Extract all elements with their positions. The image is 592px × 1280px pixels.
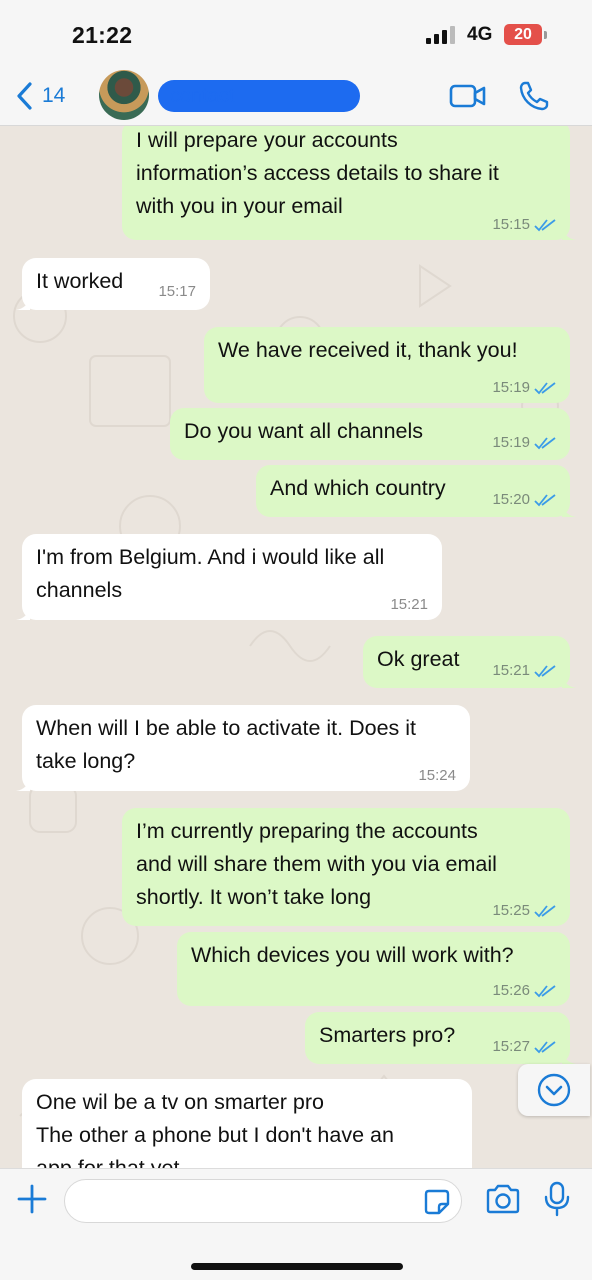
message-time: 15:21 — [390, 596, 428, 613]
message-time: 15:17 — [158, 283, 196, 300]
message-bubble-outgoing[interactable]: And which country 15:20 — [256, 465, 576, 517]
status-bar: 21:22 4G 20 — [0, 0, 592, 66]
chat-header: 14 contact — [0, 66, 592, 126]
message-meta: 15:26 — [492, 982, 556, 1000]
message-text: We have received it, thank you! — [218, 338, 518, 362]
message-text: One wil be a tv on smarter pro The other… — [36, 1090, 394, 1168]
video-call-icon[interactable] — [449, 80, 487, 112]
plus-icon[interactable] — [16, 1183, 48, 1215]
sticker-icon[interactable] — [424, 1189, 450, 1215]
message-time: 15:20 — [492, 491, 530, 508]
read-receipt-icon — [534, 437, 556, 450]
microphone-icon[interactable] — [544, 1181, 570, 1217]
message-input-bar — [0, 1168, 592, 1280]
contact-name[interactable]: contact — [158, 80, 360, 112]
message-time: 15:27 — [492, 1038, 530, 1055]
message-bubble-outgoing[interactable]: Which devices you will work with? 15:26 — [177, 932, 570, 1006]
message-text: Which devices you will work with? — [191, 943, 514, 967]
message-meta: 15:19 — [492, 434, 556, 452]
bubble-tail — [562, 1050, 576, 1064]
home-indicator[interactable] — [191, 1263, 403, 1270]
message-time: 15:26 — [492, 982, 530, 999]
message-bubble-outgoing[interactable]: Do you want all channels 15:19 — [170, 408, 570, 460]
bubble-tail — [562, 226, 576, 240]
bubble-tail — [562, 674, 576, 688]
message-time: 15:21 — [492, 662, 530, 679]
message-bubble-outgoing[interactable]: Ok great 15:21 — [363, 636, 576, 688]
unread-count: 14 — [42, 84, 66, 107]
message-bubble-incoming[interactable]: I'm from Belgium. And i would like all c… — [16, 534, 442, 620]
message-bubble-outgoing[interactable]: We have received it, thank you! 15:19 — [204, 327, 570, 403]
message-bubble-outgoing[interactable]: Smarters pro? 15:27 — [305, 1012, 576, 1064]
bubble-tail — [562, 503, 576, 517]
camera-icon[interactable] — [485, 1183, 521, 1215]
read-receipt-icon — [534, 494, 556, 507]
message-time: 15:15 — [492, 216, 530, 233]
avatar[interactable] — [99, 70, 149, 120]
message-text: When will I be able to activate it. Does… — [36, 716, 417, 773]
read-receipt-icon — [534, 1041, 556, 1054]
battery-indicator: 20 — [504, 24, 542, 45]
message-bubble-outgoing[interactable]: I will prepare your accounts information… — [122, 126, 576, 240]
scroll-to-bottom-button[interactable] — [518, 1064, 590, 1116]
signal-strength-icon — [426, 26, 458, 44]
message-bubble-incoming[interactable]: When will I be able to activate it. Does… — [16, 705, 470, 791]
message-meta: 15:21 — [390, 596, 428, 614]
chevron-down-icon — [537, 1073, 571, 1107]
message-meta: 15:27 — [492, 1038, 556, 1056]
message-bubble-incoming[interactable]: One wil be a tv on smarter pro The other… — [22, 1079, 472, 1168]
bubble-tail — [16, 777, 30, 791]
message-meta: 15:24 — [418, 767, 456, 785]
message-time: 15:25 — [492, 902, 530, 919]
message-meta: 15:17 — [158, 283, 196, 301]
read-receipt-icon — [534, 382, 556, 395]
back-button[interactable]: 14 — [14, 78, 65, 114]
phone-icon[interactable] — [518, 80, 550, 112]
battery-tip — [544, 31, 547, 39]
read-receipt-icon — [534, 219, 556, 232]
bubble-tail — [16, 606, 30, 620]
read-receipt-icon — [534, 665, 556, 678]
message-meta: 15:21 — [492, 662, 556, 680]
message-text: I will prepare your accounts information… — [136, 128, 499, 218]
message-bubble-incoming[interactable]: It worked 15:17 — [16, 258, 210, 310]
message-time: 15:19 — [492, 379, 530, 396]
read-receipt-icon — [534, 985, 556, 998]
message-text: I'm from Belgium. And i would like all c… — [36, 545, 385, 602]
message-meta: 15:15 — [492, 216, 556, 234]
chat-area[interactable]: I will prepare your accounts information… — [0, 126, 592, 1168]
message-time: 15:24 — [418, 767, 456, 784]
bubble-tail — [16, 296, 30, 310]
status-time: 21:22 — [72, 22, 133, 48]
message-bubble-outgoing[interactable]: I’m currently preparing the accounts and… — [122, 808, 570, 926]
message-input[interactable] — [64, 1179, 462, 1223]
back-chevron-icon — [17, 82, 32, 110]
message-time: 15:19 — [492, 434, 530, 451]
read-receipt-icon — [534, 905, 556, 918]
message-meta: 15:25 — [492, 902, 556, 920]
message-text: I’m currently preparing the accounts and… — [136, 819, 497, 909]
message-meta: 15:20 — [492, 491, 556, 509]
network-type: 4G — [467, 24, 493, 45]
message-meta: 15:19 — [492, 379, 556, 397]
